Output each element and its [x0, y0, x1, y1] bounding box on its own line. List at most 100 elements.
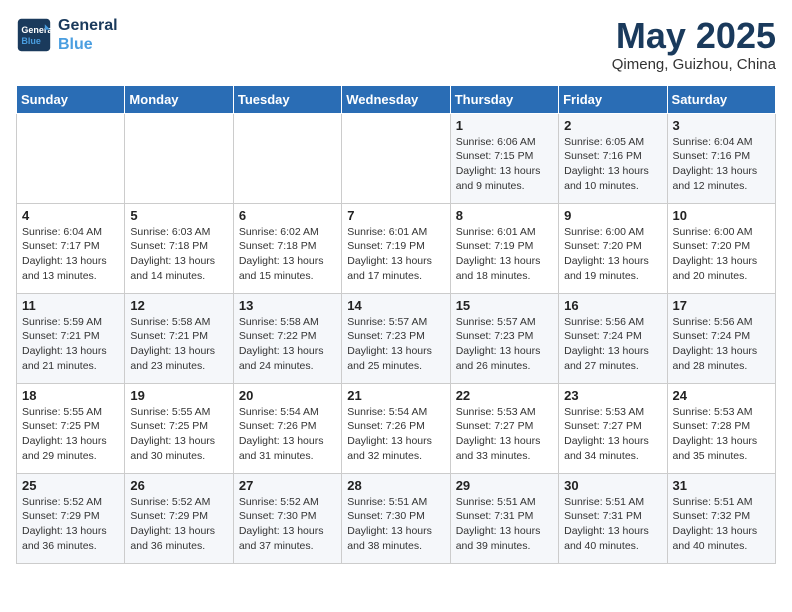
- day-number: 30: [564, 478, 661, 493]
- week-row-1: 1 Sunrise: 6:06 AM Sunset: 7:15 PM Daylig…: [17, 113, 776, 203]
- day-cell: 11 Sunrise: 5:59 AM Sunset: 7:21 PM Dayli…: [17, 293, 125, 383]
- day-cell: 30 Sunrise: 5:51 AM Sunset: 7:31 PM Dayli…: [559, 473, 667, 563]
- logo-icon: General Blue: [16, 17, 52, 53]
- day-number: 21: [347, 388, 444, 403]
- logo-text-general: General: [58, 16, 118, 35]
- day-cell: 15 Sunrise: 5:57 AM Sunset: 7:23 PM Dayli…: [450, 293, 558, 383]
- day-number: 12: [130, 298, 227, 313]
- day-cell: 16Sunrise: 5:56 AM Sunset: 7:24 PM Dayli…: [559, 293, 667, 383]
- weekday-header-sunday: Sunday: [17, 85, 125, 113]
- day-number: 25: [22, 478, 119, 493]
- day-cell: 12 Sunrise: 5:58 AM Sunset: 7:21 PM Dayli…: [125, 293, 233, 383]
- day-number: 17: [673, 298, 770, 313]
- day-cell: 1 Sunrise: 6:06 AM Sunset: 7:15 PM Daylig…: [450, 113, 558, 203]
- day-info: Sunrise: 6:02 AM Sunset: 7:18 PM Dayligh…: [239, 225, 336, 284]
- day-info: Sunrise: 5:51 AM Sunset: 7:31 PM Dayligh…: [564, 495, 661, 554]
- day-number: 27: [239, 478, 336, 493]
- day-number: 8: [456, 208, 553, 223]
- day-cell: [342, 113, 450, 203]
- day-cell: 5 Sunrise: 6:03 AM Sunset: 7:18 PM Daylig…: [125, 203, 233, 293]
- day-info: Sunrise: 5:52 AM Sunset: 7:29 PM Dayligh…: [22, 495, 119, 554]
- weekday-header-tuesday: Tuesday: [233, 85, 341, 113]
- weekday-header-wednesday: Wednesday: [342, 85, 450, 113]
- day-info: Sunrise: 5:53 AM Sunset: 7:27 PM Dayligh…: [456, 405, 553, 464]
- day-number: 18: [22, 388, 119, 403]
- day-cell: 17 Sunrise: 5:56 AM Sunset: 7:24 PM Dayli…: [667, 293, 775, 383]
- weekday-header-monday: Monday: [125, 85, 233, 113]
- week-row-3: 11 Sunrise: 5:59 AM Sunset: 7:21 PM Dayli…: [17, 293, 776, 383]
- weekday-header-thursday: Thursday: [450, 85, 558, 113]
- day-info: Sunrise: 5:59 AM Sunset: 7:21 PM Dayligh…: [22, 315, 119, 374]
- day-cell: 18 Sunrise: 5:55 AM Sunset: 7:25 PM Dayli…: [17, 383, 125, 473]
- day-cell: 22 Sunrise: 5:53 AM Sunset: 7:27 PM Dayli…: [450, 383, 558, 473]
- day-cell: 9Sunrise: 6:00 AM Sunset: 7:20 PM Daylig…: [559, 203, 667, 293]
- day-cell: [125, 113, 233, 203]
- weekday-header-friday: Friday: [559, 85, 667, 113]
- day-cell: 2 Sunrise: 6:05 AM Sunset: 7:16 PM Daylig…: [559, 113, 667, 203]
- day-cell: 7Sunrise: 6:01 AM Sunset: 7:19 PM Daylig…: [342, 203, 450, 293]
- day-number: 14: [347, 298, 444, 313]
- svg-text:Blue: Blue: [21, 36, 41, 46]
- day-info: Sunrise: 6:05 AM Sunset: 7:16 PM Dayligh…: [564, 135, 661, 194]
- day-info: Sunrise: 5:52 AM Sunset: 7:30 PM Dayligh…: [239, 495, 336, 554]
- day-cell: 26 Sunrise: 5:52 AM Sunset: 7:29 PM Dayli…: [125, 473, 233, 563]
- day-number: 2: [564, 118, 661, 133]
- day-info: Sunrise: 5:51 AM Sunset: 7:31 PM Dayligh…: [456, 495, 553, 554]
- day-number: 26: [130, 478, 227, 493]
- day-info: Sunrise: 5:58 AM Sunset: 7:22 PM Dayligh…: [239, 315, 336, 374]
- day-info: Sunrise: 5:56 AM Sunset: 7:24 PM Dayligh…: [673, 315, 770, 374]
- day-cell: 14Sunrise: 5:57 AM Sunset: 7:23 PM Dayli…: [342, 293, 450, 383]
- title-block: May 2025 Qimeng, Guizhou, China: [612, 16, 776, 73]
- svg-text:General: General: [21, 25, 52, 35]
- day-info: Sunrise: 5:53 AM Sunset: 7:27 PM Dayligh…: [564, 405, 661, 464]
- day-info: Sunrise: 5:54 AM Sunset: 7:26 PM Dayligh…: [239, 405, 336, 464]
- week-row-5: 25 Sunrise: 5:52 AM Sunset: 7:29 PM Dayli…: [17, 473, 776, 563]
- day-info: Sunrise: 5:55 AM Sunset: 7:25 PM Dayligh…: [22, 405, 119, 464]
- day-number: 11: [22, 298, 119, 313]
- week-row-2: 4Sunrise: 6:04 AM Sunset: 7:17 PM Daylig…: [17, 203, 776, 293]
- weekday-header-saturday: Saturday: [667, 85, 775, 113]
- month-title: May 2025: [612, 16, 776, 56]
- day-info: Sunrise: 5:55 AM Sunset: 7:25 PM Dayligh…: [130, 405, 227, 464]
- day-info: Sunrise: 5:57 AM Sunset: 7:23 PM Dayligh…: [456, 315, 553, 374]
- day-number: 19: [130, 388, 227, 403]
- day-number: 7: [347, 208, 444, 223]
- week-row-4: 18 Sunrise: 5:55 AM Sunset: 7:25 PM Dayli…: [17, 383, 776, 473]
- day-cell: [233, 113, 341, 203]
- day-info: Sunrise: 6:04 AM Sunset: 7:17 PM Dayligh…: [22, 225, 119, 284]
- day-cell: 19 Sunrise: 5:55 AM Sunset: 7:25 PM Dayli…: [125, 383, 233, 473]
- day-info: Sunrise: 5:56 AM Sunset: 7:24 PM Dayligh…: [564, 315, 661, 374]
- day-cell: 29 Sunrise: 5:51 AM Sunset: 7:31 PM Dayli…: [450, 473, 558, 563]
- day-number: 15: [456, 298, 553, 313]
- day-cell: 6 Sunrise: 6:02 AM Sunset: 7:18 PM Daylig…: [233, 203, 341, 293]
- logo: General Blue General Blue: [16, 16, 118, 54]
- day-number: 6: [239, 208, 336, 223]
- day-info: Sunrise: 5:52 AM Sunset: 7:29 PM Dayligh…: [130, 495, 227, 554]
- day-info: Sunrise: 5:51 AM Sunset: 7:32 PM Dayligh…: [673, 495, 770, 554]
- day-info: Sunrise: 5:58 AM Sunset: 7:21 PM Dayligh…: [130, 315, 227, 374]
- day-number: 5: [130, 208, 227, 223]
- day-number: 1: [456, 118, 553, 133]
- day-number: 20: [239, 388, 336, 403]
- day-cell: 31Sunrise: 5:51 AM Sunset: 7:32 PM Dayli…: [667, 473, 775, 563]
- calendar-table: SundayMondayTuesdayWednesdayThursdayFrid…: [16, 85, 776, 564]
- day-number: 22: [456, 388, 553, 403]
- day-number: 29: [456, 478, 553, 493]
- day-number: 13: [239, 298, 336, 313]
- day-number: 23: [564, 388, 661, 403]
- day-info: Sunrise: 5:51 AM Sunset: 7:30 PM Dayligh…: [347, 495, 444, 554]
- day-number: 3: [673, 118, 770, 133]
- day-info: Sunrise: 6:04 AM Sunset: 7:16 PM Dayligh…: [673, 135, 770, 194]
- page-header: General Blue General Blue May 2025 Qimen…: [16, 16, 776, 73]
- day-number: 10: [673, 208, 770, 223]
- day-info: Sunrise: 6:03 AM Sunset: 7:18 PM Dayligh…: [130, 225, 227, 284]
- day-cell: 4Sunrise: 6:04 AM Sunset: 7:17 PM Daylig…: [17, 203, 125, 293]
- day-cell: 20 Sunrise: 5:54 AM Sunset: 7:26 PM Dayli…: [233, 383, 341, 473]
- day-info: Sunrise: 6:00 AM Sunset: 7:20 PM Dayligh…: [564, 225, 661, 284]
- logo-text-blue: Blue: [58, 35, 118, 54]
- day-info: Sunrise: 6:06 AM Sunset: 7:15 PM Dayligh…: [456, 135, 553, 194]
- day-cell: 10Sunrise: 6:00 AM Sunset: 7:20 PM Dayli…: [667, 203, 775, 293]
- location: Qimeng, Guizhou, China: [612, 56, 776, 73]
- day-cell: [17, 113, 125, 203]
- day-cell: 25 Sunrise: 5:52 AM Sunset: 7:29 PM Dayli…: [17, 473, 125, 563]
